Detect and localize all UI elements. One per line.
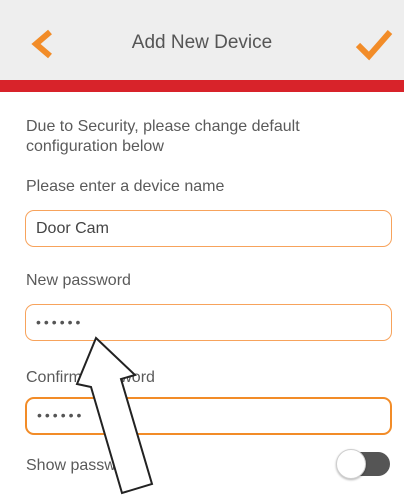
confirm-password-input[interactable]: ••••••	[25, 397, 392, 435]
device-name-input[interactable]: Door Cam	[25, 210, 392, 247]
show-password-toggle[interactable]	[336, 449, 390, 479]
header-accent-bar	[0, 80, 404, 92]
confirm-password-label: Confirm password	[26, 369, 155, 386]
new-password-input[interactable]: ••••••	[25, 304, 392, 341]
confirm-button[interactable]	[352, 22, 396, 66]
new-password-label: New password	[26, 272, 131, 289]
show-password-label: Show password	[26, 457, 139, 474]
page-title: Add New Device	[131, 32, 273, 53]
checkmark-icon	[355, 30, 393, 61]
toggle-knob	[336, 449, 366, 479]
device-name-label: Please enter a device name	[26, 178, 225, 195]
intro-text: Due to Security, please change default c…	[26, 118, 300, 155]
